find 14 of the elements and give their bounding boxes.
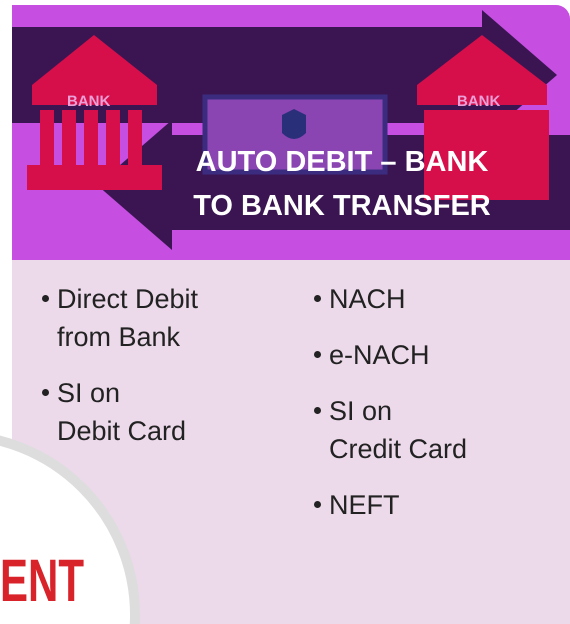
list-item-text: e-NACH: [329, 339, 430, 372]
list-item-text: NACH: [329, 283, 406, 316]
bullet-icon: [314, 351, 321, 358]
list-item-text: SI on Debit Card: [57, 377, 186, 448]
list-item-text: SI on Credit Card: [329, 395, 468, 466]
badge-text: ENT: [0, 548, 84, 614]
bullet-icon: [314, 295, 321, 302]
bullet-icon: [314, 501, 321, 508]
bullet-icon: [314, 407, 321, 414]
list-item-text: NEFT: [329, 489, 400, 522]
banner-title: TO BANK TRANSFER: [193, 189, 491, 224]
bullet-icon: [42, 295, 49, 302]
bullet-icon: [42, 389, 49, 396]
list-item-text: Direct Debit from Bank: [57, 283, 198, 354]
